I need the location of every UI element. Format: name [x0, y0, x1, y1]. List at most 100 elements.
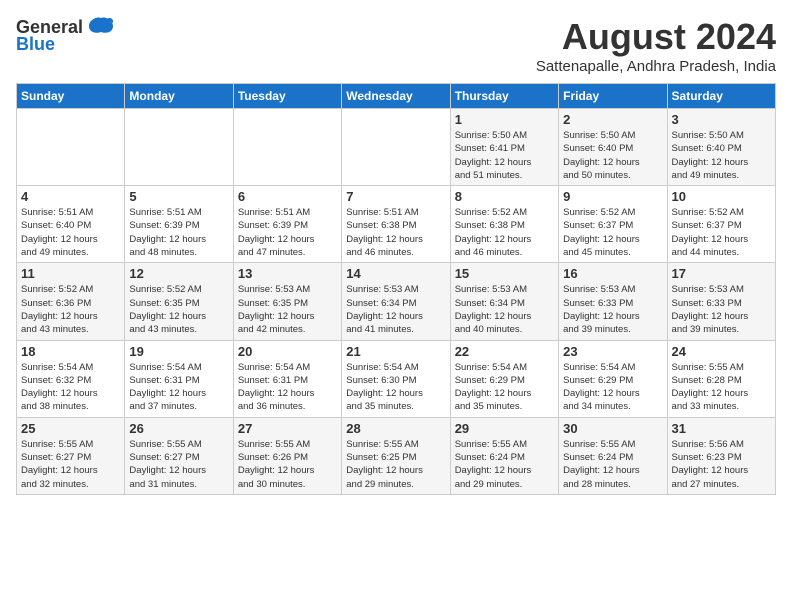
day-number: 28	[346, 421, 445, 436]
day-number: 31	[672, 421, 771, 436]
calendar-table: Sunday Monday Tuesday Wednesday Thursday…	[16, 83, 776, 495]
day-info: Sunrise: 5:52 AM Sunset: 6:36 PM Dayligh…	[21, 283, 120, 336]
calendar-week-row-4: 25 Sunrise: 5:55 AM Sunset: 6:27 PM Dayli…	[17, 417, 776, 494]
calendar-cell: 4 Sunrise: 5:51 AM Sunset: 6:40 PM Daylig…	[17, 186, 125, 263]
calendar-cell: 18 Sunrise: 5:54 AM Sunset: 6:32 PM Dayli…	[17, 340, 125, 417]
calendar-header-row: Sunday Monday Tuesday Wednesday Thursday…	[17, 84, 776, 109]
day-number: 15	[455, 266, 554, 281]
day-info: Sunrise: 5:50 AM Sunset: 6:41 PM Dayligh…	[455, 129, 554, 182]
day-number: 3	[672, 112, 771, 127]
day-info: Sunrise: 5:51 AM Sunset: 6:38 PM Dayligh…	[346, 206, 445, 259]
title-block: August 2024 Sattenapalle, Andhra Pradesh…	[536, 16, 776, 75]
day-info: Sunrise: 5:55 AM Sunset: 6:24 PM Dayligh…	[455, 438, 554, 491]
col-header-thursday: Thursday	[450, 84, 558, 109]
calendar-cell: 9 Sunrise: 5:52 AM Sunset: 6:37 PM Daylig…	[559, 186, 667, 263]
day-info: Sunrise: 5:54 AM Sunset: 6:31 PM Dayligh…	[238, 361, 337, 414]
day-number: 29	[455, 421, 554, 436]
calendar-week-row-1: 4 Sunrise: 5:51 AM Sunset: 6:40 PM Daylig…	[17, 186, 776, 263]
calendar-week-row-2: 11 Sunrise: 5:52 AM Sunset: 6:36 PM Dayli…	[17, 263, 776, 340]
day-number: 10	[672, 189, 771, 204]
day-number: 6	[238, 189, 337, 204]
calendar-week-row-0: 1Sunrise: 5:50 AM Sunset: 6:41 PM Daylig…	[17, 109, 776, 186]
calendar-cell: 13 Sunrise: 5:53 AM Sunset: 6:35 PM Dayli…	[233, 263, 341, 340]
header: General Blue August 2024 Sattenapalle, A…	[16, 16, 776, 75]
day-info: Sunrise: 5:54 AM Sunset: 6:32 PM Dayligh…	[21, 361, 120, 414]
day-info: Sunrise: 5:55 AM Sunset: 6:24 PM Dayligh…	[563, 438, 662, 491]
day-info: Sunrise: 5:53 AM Sunset: 6:34 PM Dayligh…	[455, 283, 554, 336]
calendar-cell: 15 Sunrise: 5:53 AM Sunset: 6:34 PM Dayli…	[450, 263, 558, 340]
calendar-cell: 22Sunrise: 5:54 AM Sunset: 6:29 PM Dayli…	[450, 340, 558, 417]
day-info: Sunrise: 5:51 AM Sunset: 6:40 PM Dayligh…	[21, 206, 120, 259]
calendar-cell: 3 Sunrise: 5:50 AM Sunset: 6:40 PM Daylig…	[667, 109, 775, 186]
location-subtitle: Sattenapalle, Andhra Pradesh, India	[536, 58, 776, 75]
day-info: Sunrise: 5:55 AM Sunset: 6:25 PM Dayligh…	[346, 438, 445, 491]
calendar-cell	[233, 109, 341, 186]
day-number: 26	[129, 421, 228, 436]
day-info: Sunrise: 5:51 AM Sunset: 6:39 PM Dayligh…	[238, 206, 337, 259]
col-header-wednesday: Wednesday	[342, 84, 450, 109]
day-info: Sunrise: 5:53 AM Sunset: 6:34 PM Dayligh…	[346, 283, 445, 336]
day-info: Sunrise: 5:51 AM Sunset: 6:39 PM Dayligh…	[129, 206, 228, 259]
day-info: Sunrise: 5:55 AM Sunset: 6:28 PM Dayligh…	[672, 361, 771, 414]
day-info: Sunrise: 5:56 AM Sunset: 6:23 PM Dayligh…	[672, 438, 771, 491]
day-number: 17	[672, 266, 771, 281]
day-info: Sunrise: 5:53 AM Sunset: 6:35 PM Dayligh…	[238, 283, 337, 336]
day-number: 5	[129, 189, 228, 204]
day-info: Sunrise: 5:55 AM Sunset: 6:27 PM Dayligh…	[21, 438, 120, 491]
calendar-cell: 21Sunrise: 5:54 AM Sunset: 6:30 PM Dayli…	[342, 340, 450, 417]
day-info: Sunrise: 5:53 AM Sunset: 6:33 PM Dayligh…	[672, 283, 771, 336]
day-info: Sunrise: 5:52 AM Sunset: 6:37 PM Dayligh…	[672, 206, 771, 259]
calendar-cell: 7 Sunrise: 5:51 AM Sunset: 6:38 PM Daylig…	[342, 186, 450, 263]
calendar-cell: 19 Sunrise: 5:54 AM Sunset: 6:31 PM Dayli…	[125, 340, 233, 417]
day-info: Sunrise: 5:52 AM Sunset: 6:35 PM Dayligh…	[129, 283, 228, 336]
calendar-cell: 10 Sunrise: 5:52 AM Sunset: 6:37 PM Dayli…	[667, 186, 775, 263]
day-number: 7	[346, 189, 445, 204]
calendar-cell: 14 Sunrise: 5:53 AM Sunset: 6:34 PM Dayli…	[342, 263, 450, 340]
calendar-cell: 24Sunrise: 5:55 AM Sunset: 6:28 PM Dayli…	[667, 340, 775, 417]
day-number: 2	[563, 112, 662, 127]
day-info: Sunrise: 5:50 AM Sunset: 6:40 PM Dayligh…	[563, 129, 662, 182]
calendar-cell: 6 Sunrise: 5:51 AM Sunset: 6:39 PM Daylig…	[233, 186, 341, 263]
calendar-cell: 8Sunrise: 5:52 AM Sunset: 6:38 PM Daylig…	[450, 186, 558, 263]
day-info: Sunrise: 5:50 AM Sunset: 6:40 PM Dayligh…	[672, 129, 771, 182]
day-number: 4	[21, 189, 120, 204]
calendar-cell	[17, 109, 125, 186]
day-info: Sunrise: 5:52 AM Sunset: 6:37 PM Dayligh…	[563, 206, 662, 259]
day-number: 27	[238, 421, 337, 436]
day-number: 9	[563, 189, 662, 204]
month-year-title: August 2024	[536, 16, 776, 58]
day-number: 11	[21, 266, 120, 281]
calendar-cell: 31 Sunrise: 5:56 AM Sunset: 6:23 PM Dayli…	[667, 417, 775, 494]
calendar-cell: 26 Sunrise: 5:55 AM Sunset: 6:27 PM Dayli…	[125, 417, 233, 494]
calendar-cell: 11 Sunrise: 5:52 AM Sunset: 6:36 PM Dayli…	[17, 263, 125, 340]
calendar-cell: 29 Sunrise: 5:55 AM Sunset: 6:24 PM Dayli…	[450, 417, 558, 494]
day-info: Sunrise: 5:54 AM Sunset: 6:30 PM Dayligh…	[346, 361, 445, 414]
day-number: 13	[238, 266, 337, 281]
day-number: 22	[455, 344, 554, 359]
calendar-cell: 16 Sunrise: 5:53 AM Sunset: 6:33 PM Dayli…	[559, 263, 667, 340]
day-info: Sunrise: 5:54 AM Sunset: 6:31 PM Dayligh…	[129, 361, 228, 414]
calendar-cell: 2 Sunrise: 5:50 AM Sunset: 6:40 PM Daylig…	[559, 109, 667, 186]
calendar-cell: 20Sunrise: 5:54 AM Sunset: 6:31 PM Dayli…	[233, 340, 341, 417]
day-info: Sunrise: 5:55 AM Sunset: 6:27 PM Dayligh…	[129, 438, 228, 491]
logo: General Blue	[16, 16, 115, 55]
col-header-saturday: Saturday	[667, 84, 775, 109]
col-header-friday: Friday	[559, 84, 667, 109]
day-number: 19	[129, 344, 228, 359]
calendar-cell	[342, 109, 450, 186]
page-container: General Blue August 2024 Sattenapalle, A…	[16, 16, 776, 495]
day-number: 16	[563, 266, 662, 281]
day-info: Sunrise: 5:53 AM Sunset: 6:33 PM Dayligh…	[563, 283, 662, 336]
calendar-week-row-3: 18 Sunrise: 5:54 AM Sunset: 6:32 PM Dayli…	[17, 340, 776, 417]
calendar-cell: 28 Sunrise: 5:55 AM Sunset: 6:25 PM Dayli…	[342, 417, 450, 494]
col-header-tuesday: Tuesday	[233, 84, 341, 109]
col-header-sunday: Sunday	[17, 84, 125, 109]
calendar-cell: 12 Sunrise: 5:52 AM Sunset: 6:35 PM Dayli…	[125, 263, 233, 340]
calendar-cell: 25 Sunrise: 5:55 AM Sunset: 6:27 PM Dayli…	[17, 417, 125, 494]
day-number: 14	[346, 266, 445, 281]
day-number: 25	[21, 421, 120, 436]
day-info: Sunrise: 5:52 AM Sunset: 6:38 PM Dayligh…	[455, 206, 554, 259]
day-number: 12	[129, 266, 228, 281]
day-number: 18	[21, 344, 120, 359]
day-info: Sunrise: 5:54 AM Sunset: 6:29 PM Dayligh…	[563, 361, 662, 414]
